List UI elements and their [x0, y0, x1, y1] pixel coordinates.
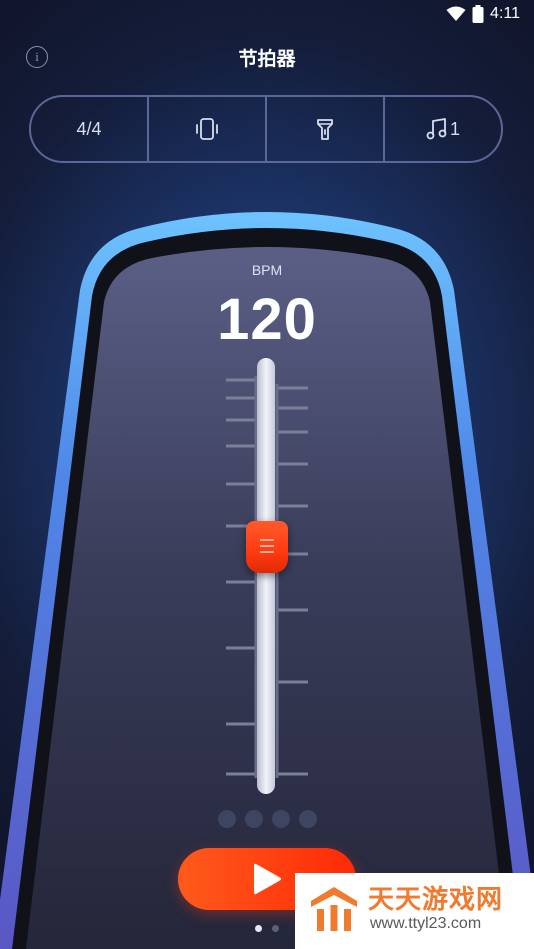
sound-button[interactable]: 1	[383, 97, 501, 161]
status-icons: 4:11	[446, 5, 520, 23]
handle-grip	[260, 551, 274, 553]
watermark-title: 天天游戏网	[368, 885, 504, 915]
toolbar: 4/4 1	[29, 95, 503, 163]
watermark-logo-icon	[311, 887, 357, 931]
battery-icon	[472, 5, 484, 23]
handle-grip	[260, 539, 274, 541]
watermark: 天天游戏网 www.ttyl23.com	[295, 873, 534, 949]
tempo-slider-handle[interactable]	[246, 521, 288, 573]
beat-dot[interactable]	[272, 810, 290, 828]
vibrate-button[interactable]	[147, 97, 265, 161]
handle-grip	[260, 545, 274, 547]
time-signature-button[interactable]: 4/4	[31, 97, 147, 161]
bpm-value: 120	[217, 287, 317, 352]
beat-dot[interactable]	[299, 810, 317, 828]
wifi-icon	[446, 6, 466, 21]
tempo-slider-track[interactable]	[257, 358, 275, 794]
status-time: 4:11	[490, 5, 520, 22]
vibrate-icon	[196, 118, 218, 140]
beat-dot[interactable]	[218, 810, 236, 828]
sound-value: 1	[449, 118, 460, 139]
page-dot-active[interactable]	[255, 925, 262, 932]
time-signature-label: 4/4	[76, 118, 102, 139]
page-dot[interactable]	[272, 925, 279, 932]
flashlight-icon	[317, 119, 333, 140]
bpm-label: BPM	[251, 262, 283, 278]
music-note-icon	[426, 118, 447, 140]
flashlight-button[interactable]	[265, 97, 383, 161]
play-icon	[254, 863, 281, 895]
beat-indicators	[218, 810, 317, 828]
page-indicator	[255, 925, 279, 932]
status-bar: 4:11	[0, 0, 534, 30]
page-title: 节拍器	[238, 48, 296, 70]
watermark-url: www.ttyl23.com	[370, 915, 482, 932]
beat-dot[interactable]	[245, 810, 263, 828]
